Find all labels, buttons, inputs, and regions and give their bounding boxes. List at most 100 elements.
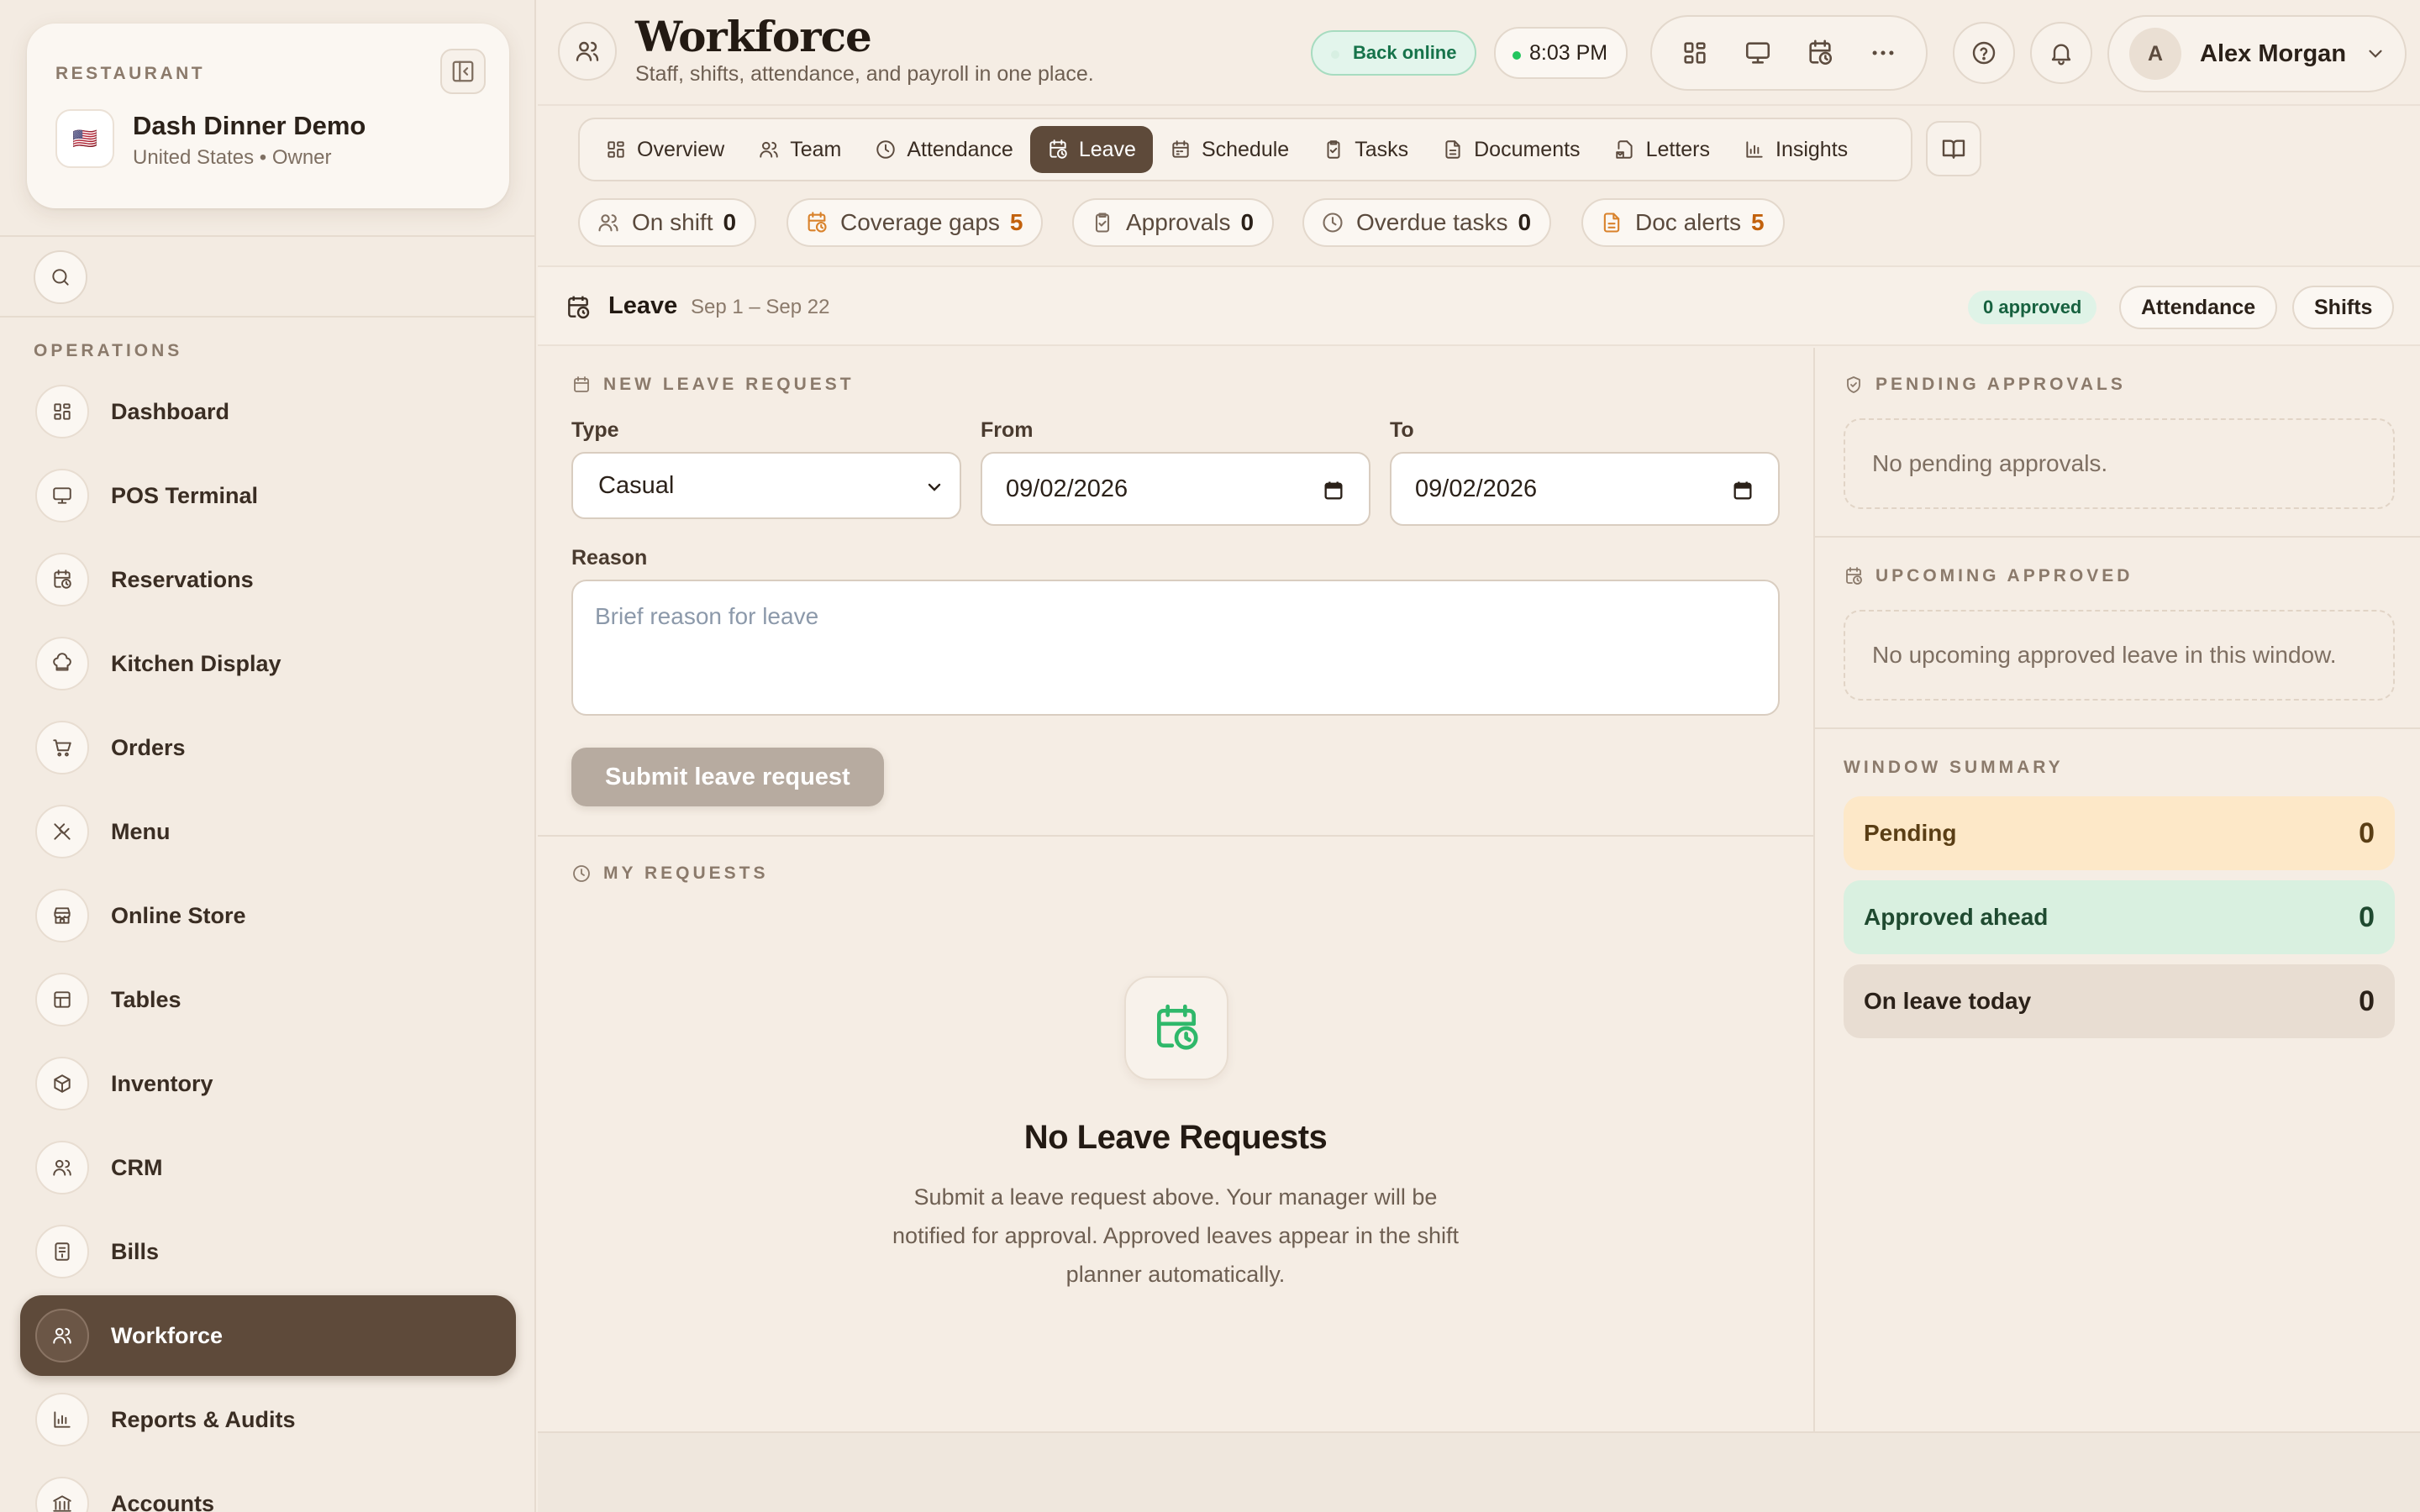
sidebar-search-button[interactable]	[34, 250, 87, 304]
users-icon	[760, 141, 778, 158]
tab-documents[interactable]: Documents	[1425, 126, 1597, 173]
tab-tasks[interactable]: Tasks	[1306, 126, 1425, 173]
restaurant-card[interactable]: RESTAURANT 🇺🇸 Dash Dinner Demo United St…	[27, 24, 509, 208]
tab-schedule[interactable]: Schedule	[1153, 126, 1306, 173]
status-badge: Back online	[1311, 30, 1477, 76]
sidebar-item-crm[interactable]: CRM	[20, 1127, 516, 1208]
sidebar-item-label: Dashboard	[111, 398, 230, 424]
sidebar-item-inventory[interactable]: Inventory	[20, 1043, 516, 1124]
tab-overview[interactable]: Overview	[588, 126, 741, 173]
upcoming-approved-empty: No upcoming approved leave in this windo…	[1844, 610, 2395, 701]
stat-on-shift[interactable]: On shift 0	[578, 198, 757, 247]
calendar-clock-icon	[568, 296, 590, 319]
top-header: Workforce Staff, shifts, attendance, and…	[538, 0, 2420, 106]
stat-doc-alerts[interactable]: Doc alerts 5	[1581, 198, 1785, 247]
sidebar-item-orders[interactable]: Orders	[20, 707, 516, 788]
sidebar-item-bills[interactable]: Bills	[20, 1211, 516, 1292]
leave-title: Leave	[608, 292, 678, 319]
leave-section-header: Leave Sep 1 – Sep 22 0 approved Attendan…	[538, 265, 2420, 346]
store-icon	[35, 889, 89, 942]
from-date-input[interactable]: 09/02/2026	[981, 452, 1370, 526]
from-label: From	[981, 418, 1034, 442]
sidebar-item-reports-audits[interactable]: Reports & Audits	[20, 1379, 516, 1460]
sidebar-item-online-store[interactable]: Online Store	[20, 875, 516, 956]
sidebar-item-menu[interactable]: Menu	[20, 791, 516, 872]
calendar-clock-icon	[35, 553, 89, 606]
sidebar-item-reservations[interactable]: Reservations	[20, 539, 516, 620]
stat-coverage-gaps[interactable]: Coverage gaps 5	[786, 198, 1044, 247]
help-icon	[1972, 41, 1996, 65]
help-button[interactable]	[1953, 22, 2015, 84]
sidebar-section-title: OPERATIONS	[34, 341, 183, 360]
workforce-tabs: Overview Team Attendance Leave Schedule …	[578, 118, 1912, 181]
sidebar-item-label: Online Store	[111, 902, 246, 928]
footer-strip	[538, 1431, 2420, 1512]
summary-value: 0	[2359, 816, 2375, 849]
tab-attendance[interactable]: Attendance	[858, 126, 1030, 173]
grid-icon	[608, 141, 624, 158]
eyebrow-label: MY REQUESTS	[603, 864, 769, 883]
summary-row-on-leave-today: On leave today 0	[1844, 964, 2395, 1038]
eyebrow-label: PENDING APPROVALS	[1876, 375, 2126, 394]
sidebar-item-workforce[interactable]: Workforce	[20, 1295, 516, 1376]
tab-letters[interactable]: Letters	[1597, 126, 1727, 173]
leave-type-select[interactable]: Casual	[571, 452, 961, 519]
sidebar-item-tables[interactable]: Tables	[20, 959, 516, 1040]
reservations-shortcut-button[interactable]	[1794, 27, 1846, 79]
monitor-icon	[1745, 42, 1770, 64]
sidebar-item-pos-terminal[interactable]: POS Terminal	[20, 455, 516, 536]
sidebar-item-kitchen-display[interactable]: Kitchen Display	[20, 623, 516, 704]
attendance-link-button[interactable]: Attendance	[2119, 286, 2278, 329]
sidebar: RESTAURANT 🇺🇸 Dash Dinner Demo United St…	[0, 0, 536, 1512]
tab-leave[interactable]: Leave	[1029, 126, 1153, 173]
tab-label: Letters	[1645, 137, 1710, 161]
summary-value: 0	[2359, 900, 2375, 933]
letter-icon	[1615, 140, 1633, 159]
to-date-input[interactable]: 09/02/2026	[1390, 452, 1780, 526]
tab-team[interactable]: Team	[741, 126, 858, 173]
more-button[interactable]	[1857, 27, 1909, 79]
stat-value: 0	[1240, 209, 1255, 235]
stat-approvals[interactable]: Approvals 0	[1072, 198, 1275, 247]
restaurant-subtitle: United States • Owner	[133, 146, 332, 169]
shifts-link-button[interactable]: Shifts	[2292, 286, 2395, 329]
clock-display: 8:03 PM	[1494, 27, 1628, 79]
eyebrow-label: NEW LEAVE REQUEST	[603, 375, 855, 394]
calendar-icon	[1733, 481, 1752, 500]
empty-state-text: Submit a leave request above. Your manag…	[892, 1184, 1459, 1287]
tab-label: Overview	[637, 137, 725, 161]
summary-row-approved-ahead: Approved ahead 0	[1844, 880, 2395, 954]
date-value: 09/02/2026	[1006, 475, 1128, 502]
sidebar-item-dashboard[interactable]: Dashboard	[20, 371, 516, 452]
box-icon	[35, 1057, 89, 1110]
sidebar-item-accounts[interactable]: Accounts	[20, 1463, 516, 1512]
tab-label: Schedule	[1201, 137, 1290, 161]
collapse-sidebar-button[interactable]	[440, 49, 486, 94]
tab-insights[interactable]: Insights	[1727, 126, 1865, 173]
stat-value: 5	[1751, 209, 1765, 235]
restaurant-name: Dash Dinner Demo	[133, 111, 366, 140]
chevron-down-icon	[2369, 50, 2382, 58]
sidebar-item-label: Inventory	[111, 1070, 213, 1096]
stat-overdue-tasks[interactable]: Overdue tasks 0	[1302, 198, 1552, 247]
restaurant-eyebrow: RESTAURANT	[55, 64, 206, 83]
date-value: 09/02/2026	[1415, 475, 1538, 502]
summary-label: Approved ahead	[1864, 904, 2049, 930]
guide-button[interactable]	[1926, 121, 1981, 176]
reason-textarea[interactable]: Brief reason for leave	[571, 580, 1780, 716]
page-subtitle: Staff, shifts, attendance, and payroll i…	[635, 62, 1094, 86]
sidebar-item-label: Tables	[111, 986, 182, 1012]
notifications-button[interactable]	[2030, 22, 2092, 84]
avatar: A	[2129, 28, 2181, 80]
tab-label: Tasks	[1355, 137, 1409, 161]
grid-icon	[1684, 42, 1706, 64]
user-menu-button[interactable]: A Alex Morgan	[2107, 15, 2407, 92]
clock-icon	[573, 865, 590, 882]
submit-leave-button[interactable]: Submit leave request	[571, 748, 884, 806]
leave-side-panel: PENDING APPROVALS No pending approvals. …	[1813, 348, 2420, 1431]
summary-row-pending: Pending 0	[1844, 796, 2395, 870]
dashboard-shortcut-button[interactable]	[1669, 27, 1721, 79]
pos-shortcut-button[interactable]	[1732, 27, 1784, 79]
bar-chart-icon	[1746, 141, 1763, 158]
section-divider	[1815, 536, 2420, 538]
